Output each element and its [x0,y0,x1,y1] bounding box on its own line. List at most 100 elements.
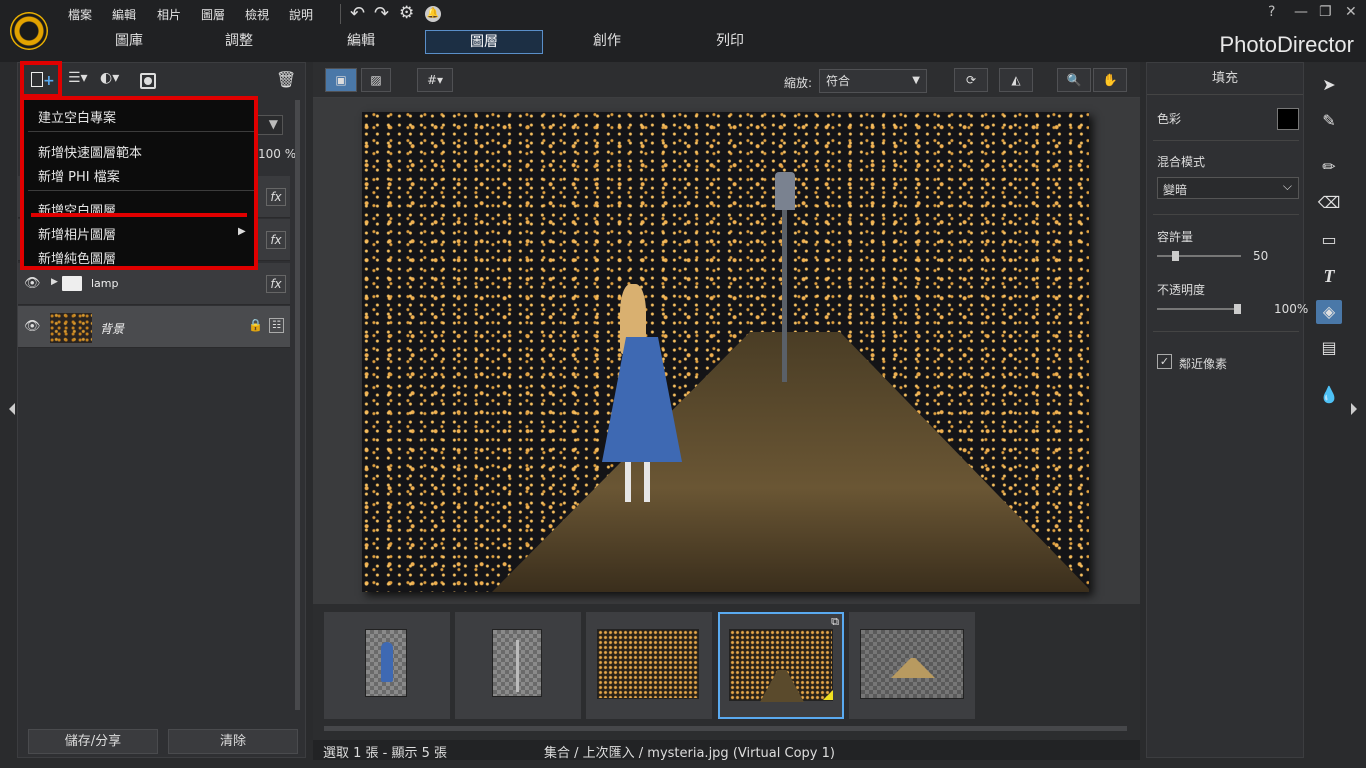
mask-icon[interactable] [140,73,156,89]
status-bar: 選取 1 張 - 顯示 5 張 集合 / 上次匯入 / mysteria.jpg… [313,740,1140,761]
clear-button[interactable]: 清除 [168,729,298,754]
menu-item-new-photo-layer[interactable]: 新增相片圖層 [38,224,116,243]
zoom-tool-icon[interactable]: 🔍 [1057,68,1091,92]
eraser-icon[interactable]: ⌫ [1316,191,1342,215]
new-layer-button[interactable]: + [20,61,62,98]
panel-title: 填充 [1147,63,1303,95]
menu-view[interactable]: 檢視 [245,6,269,23]
fill-panel: 填充 色彩 混合模式 變暗 ⌵ 容許量 50 不透明度 100% ✓ 鄰近像素 [1146,62,1308,758]
opacity-slider-knob[interactable] [1234,304,1241,314]
filmstrip-thumb[interactable] [586,612,712,719]
layer-menu-icon[interactable]: ☰▾ [68,70,88,92]
save-share-button[interactable]: 儲存/分享 [28,729,158,754]
tab-adjust[interactable]: 調整 [180,30,298,54]
layers-scrollbar[interactable] [295,100,300,710]
fill-bucket-icon[interactable]: ◈ [1316,300,1342,324]
adjustment-layer-icon[interactable]: ◐▾ [100,70,119,92]
layer-name: 背景 [100,322,125,336]
restore-button[interactable]: ❐ [1319,4,1332,20]
plus-icon: + [43,73,55,89]
opacity-slider[interactable] [1157,308,1241,310]
submenu-arrow-icon: ▶ [238,226,246,237]
visibility-eye-icon[interactable]: 👁 [24,276,41,291]
minimize-button[interactable]: — [1294,4,1308,20]
close-button[interactable]: ✕ [1345,4,1357,20]
app-logo-icon [10,12,48,50]
filmstrip: ⧉ [313,604,1140,740]
clone-stamp-icon[interactable]: ✎ [1316,109,1342,133]
adjacent-pixels-checkbox[interactable]: ✓ [1157,354,1172,369]
layer-thumbnail [50,313,92,343]
pan-hand-icon[interactable]: ✋ [1093,68,1127,92]
girl-leg [644,462,650,502]
filmstrip-thumb-selected[interactable]: ⧉ [718,612,844,719]
tolerance-slider-knob[interactable] [1172,251,1179,261]
menu-layer[interactable]: 圖層 [201,6,225,23]
menu-item-new-solid-color-layer[interactable]: 新增純色圖層 [38,248,116,267]
photo-canvas[interactable] [362,112,1089,592]
highlight-underline [31,213,247,217]
lamp-head [775,172,795,210]
menu-item-new-blank-project[interactable]: 建立空白專案 [38,107,116,126]
grid-icon[interactable]: #▾ [417,68,453,92]
lock-icon[interactable]: 🔒 [248,318,263,332]
layer-opacity-value: 100 % [258,147,297,161]
undo-icon[interactable]: ↶ [350,3,365,24]
tolerance-label: 容許量 [1157,230,1194,244]
help-button[interactable]: ? [1268,4,1275,20]
layer-adjust-icon[interactable]: ☷ [269,318,284,333]
rectangle-icon[interactable]: ▭ [1316,228,1342,252]
canvas-area[interactable] [313,98,1140,604]
filmstrip-scrollbar[interactable] [324,726,1127,731]
menu-edit[interactable]: 編輯 [112,6,136,23]
chevron-down-icon: ▼ [268,117,278,131]
notification-bell-icon[interactable]: 🔔 [425,6,441,22]
zoom-select[interactable]: 符合 ▼ [819,69,927,93]
title-bar: 檔案 編輯 相片 圖層 檢視 說明 ↶ ↷ ⚙ 🔔 ? — ❐ ✕ 圖庫 調整 … [0,0,1366,62]
menu-photo[interactable]: 相片 [157,6,181,23]
filmstrip-thumb[interactable] [455,612,581,719]
new-layer-dropdown-menu: 建立空白專案 新增快速圖層範本 新增 PHI 檔案 新增空白圖層 新增相片圖層 … [20,96,258,270]
divider [1153,140,1299,141]
divider [340,4,341,24]
color-swatch[interactable] [1277,108,1299,130]
tolerance-slider[interactable] [1157,255,1241,257]
select-arrow-icon[interactable]: ➤ [1316,73,1342,97]
blur-drop-icon[interactable]: 💧 [1316,383,1342,407]
rotate-icon[interactable]: ⟳ [954,68,988,92]
visibility-eye-icon[interactable]: 👁 [24,319,41,334]
blend-mode-select[interactable]: 變暗 ⌵ [1157,177,1299,199]
filmstrip-thumb[interactable] [324,612,450,719]
divider [1153,214,1299,215]
text-tool-icon[interactable]: T [1316,264,1342,288]
tab-print[interactable]: 列印 [671,30,789,54]
layer-row-background[interactable]: 👁 背景 🔒 ☷ [18,306,290,348]
compare-view-icon[interactable]: ▨ [361,68,391,92]
tab-library[interactable]: 圖庫 [70,30,188,54]
collapse-right-arrow-icon[interactable] [1351,403,1357,415]
menu-item-new-quick-layer-template[interactable]: 新增快速圖層範本 [38,142,142,161]
fx-button[interactable]: fx [266,188,286,206]
menu-file[interactable]: 檔案 [68,6,92,23]
filmstrip-thumb[interactable] [849,612,975,719]
tab-layers[interactable]: 圖層 [425,30,543,54]
expand-arrow-icon[interactable]: ▶ [51,277,58,287]
fx-button[interactable]: fx [266,231,286,249]
gradient-icon[interactable]: ▤ [1316,336,1342,360]
tab-edit[interactable]: 編輯 [302,30,420,54]
blend-mode-label: 混合模式 [1157,155,1206,169]
file-path: 集合 / 上次匯入 / mysteria.jpg (Virtual Copy 1… [544,746,835,761]
menu-help[interactable]: 說明 [289,6,313,23]
settings-gear-icon[interactable]: ⚙ [399,3,414,23]
flip-icon[interactable]: ◭ [999,68,1033,92]
delete-layer-icon[interactable]: 🗑 [276,70,296,92]
redo-icon[interactable]: ↷ [374,3,389,24]
brush-icon[interactable]: ✏ [1316,155,1342,179]
fx-button[interactable]: fx [266,275,286,293]
collapse-left-arrow-icon[interactable] [9,403,15,415]
layers-stack-icon: ⧉ [831,615,839,628]
single-view-icon[interactable]: ▣ [325,68,357,92]
opacity-value: 100% [1274,302,1309,316]
menu-item-new-phi-file[interactable]: 新增 PHI 檔案 [38,166,120,185]
tab-create[interactable]: 創作 [548,30,666,54]
